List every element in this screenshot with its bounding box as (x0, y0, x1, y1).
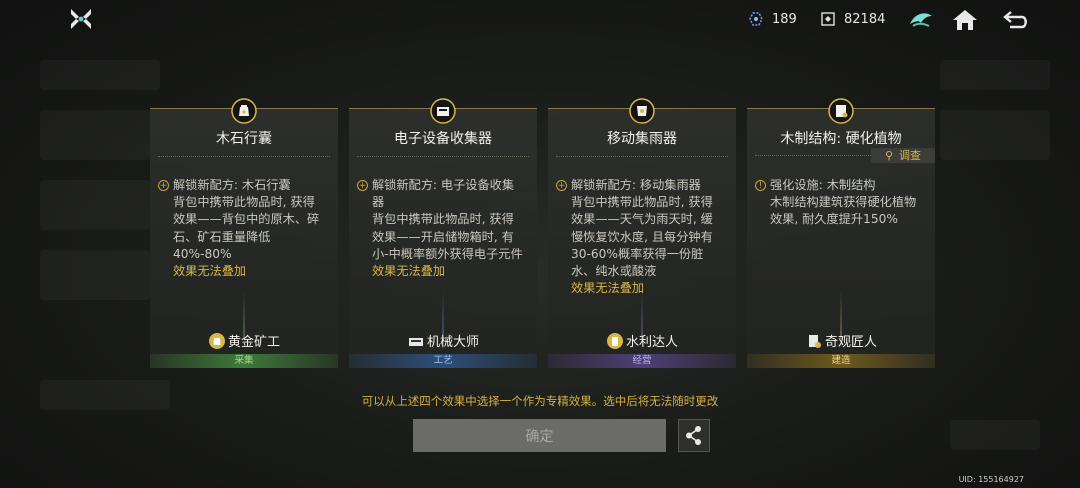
artisan-icon (808, 334, 821, 348)
card-title: 木制结构: 硬化植物 (780, 131, 902, 147)
mechanic-icon (408, 337, 423, 346)
device-medal-icon (430, 98, 456, 124)
card-description: ! 强化设施: 木制结构 木制结构建筑获得硬化植物效果, 耐久度提升150% (755, 177, 923, 229)
scrap-counter: 82184 (820, 11, 885, 27)
confirm-button[interactable]: 确定 (413, 419, 666, 452)
perk-card-2[interactable]: 电子设备收集器 + 解锁新配方: 电子设备收集器 背包中携带此物品时, 获得效果—… (349, 98, 537, 368)
plus-bullet-icon: + (357, 180, 368, 191)
category-band: 建造 (747, 354, 935, 368)
divider (357, 156, 529, 157)
card-title: 电子设备收集器 (394, 131, 492, 147)
user-id: UID: 155164927 (958, 475, 1024, 484)
back-arrow-icon[interactable] (1002, 7, 1030, 33)
tag-label: 黄金矿工 (227, 335, 280, 350)
scrap-icon (821, 12, 835, 26)
crystal-value: 189 (772, 11, 797, 27)
magnifier-icon: ⚲ (884, 149, 894, 162)
rain-medal-icon (629, 98, 655, 124)
investigate-label: 调查 (899, 149, 922, 162)
upgrade-bullet-icon: ! (755, 180, 766, 191)
divider (158, 156, 330, 157)
desc-detail: 背包中携带此物品时, 获得效果——开启储物箱时, 有小-中概率额外获得电子元件 (372, 212, 523, 261)
gold-miner-icon (208, 332, 225, 349)
plus-bullet-icon: + (556, 180, 567, 191)
card-tag: 奇观匠人 (747, 331, 935, 350)
category-band: 采集 (150, 354, 338, 368)
selection-hint: 可以从上述四个效果中选择一个作为专精效果。选中后将无法随时更改 (361, 394, 719, 408)
perk-card-4[interactable]: 木制结构: 硬化植物 ⚲ 调查 ! 强化设施: 木制结构 木制结构建筑获得硬化植物效… (747, 98, 935, 368)
dolphin-icon[interactable] (907, 7, 935, 33)
card-title: 木石行囊 (216, 131, 272, 147)
no-stack-warning: 效果无法叠加 (571, 281, 645, 296)
plus-bullet-icon: + (158, 180, 169, 191)
card-description: + 解锁新配方: 移动集雨器 背包中携带此物品时, 获得效果——天气为雨天时, 缓… (556, 177, 724, 297)
category-band: 经营 (548, 354, 736, 368)
pouch-medal-icon (231, 98, 257, 124)
tag-label: 机械大师 (426, 335, 479, 350)
tag-label: 奇观匠人 (824, 335, 877, 350)
crystal-icon (749, 12, 763, 26)
perk-card-1[interactable]: 木石行囊 + 解锁新配方: 木石行囊 背包中携带此物品时, 获得效果——背包中的原… (150, 98, 338, 368)
desc-first-line: 解锁新配方: 木石行囊 (173, 178, 291, 192)
water-expert-icon (606, 332, 623, 349)
no-stack-warning: 效果无法叠加 (173, 264, 247, 279)
share-icon (686, 426, 701, 445)
desc-detail: 背包中携带此物品时, 获得效果——背包中的原木、碎石、矿石重量降低40%-80% (173, 195, 320, 261)
card-tag: 水利达人 (548, 331, 736, 350)
desc-first-line: 解锁新配方: 电子设备收集器 (372, 178, 515, 210)
tag-label: 水利达人 (625, 335, 678, 350)
desc-detail: 木制结构建筑获得硬化植物效果, 耐久度提升150% (770, 195, 917, 227)
share-button[interactable] (678, 419, 710, 452)
divider (556, 156, 728, 157)
desc-first-line: 强化设施: 木制结构 (770, 178, 876, 192)
investigate-button[interactable]: ⚲ 调查 (871, 148, 935, 163)
card-tag: 机械大师 (349, 331, 537, 350)
desc-detail: 背包中携带此物品时, 获得效果——天气为雨天时, 缓慢恢复饮水度, 且每分钟有3… (571, 195, 713, 279)
category-band: 工艺 (349, 354, 537, 368)
card-title: 移动集雨器 (607, 131, 677, 147)
no-stack-warning: 效果无法叠加 (372, 264, 446, 279)
card-tag: 黄金矿工 (150, 331, 338, 350)
perk-card-3[interactable]: 移动集雨器 + 解锁新配方: 移动集雨器 背包中携带此物品时, 获得效果——天气为… (548, 98, 736, 368)
desc-first-line: 解锁新配方: 移动集雨器 (571, 178, 701, 192)
top-bar: 189 82184 (0, 0, 1080, 40)
card-description: + 解锁新配方: 木石行囊 背包中携带此物品时, 获得效果——背包中的原木、碎石、… (158, 177, 326, 280)
crystal-counter: 189 (748, 11, 797, 27)
structure-medal-icon (828, 98, 854, 124)
game-logo-icon[interactable] (68, 6, 94, 32)
home-icon[interactable] (951, 7, 979, 33)
scrap-value: 82184 (844, 11, 886, 27)
card-description: + 解锁新配方: 电子设备收集器 背包中携带此物品时, 获得效果——开启储物箱时,… (357, 177, 525, 280)
